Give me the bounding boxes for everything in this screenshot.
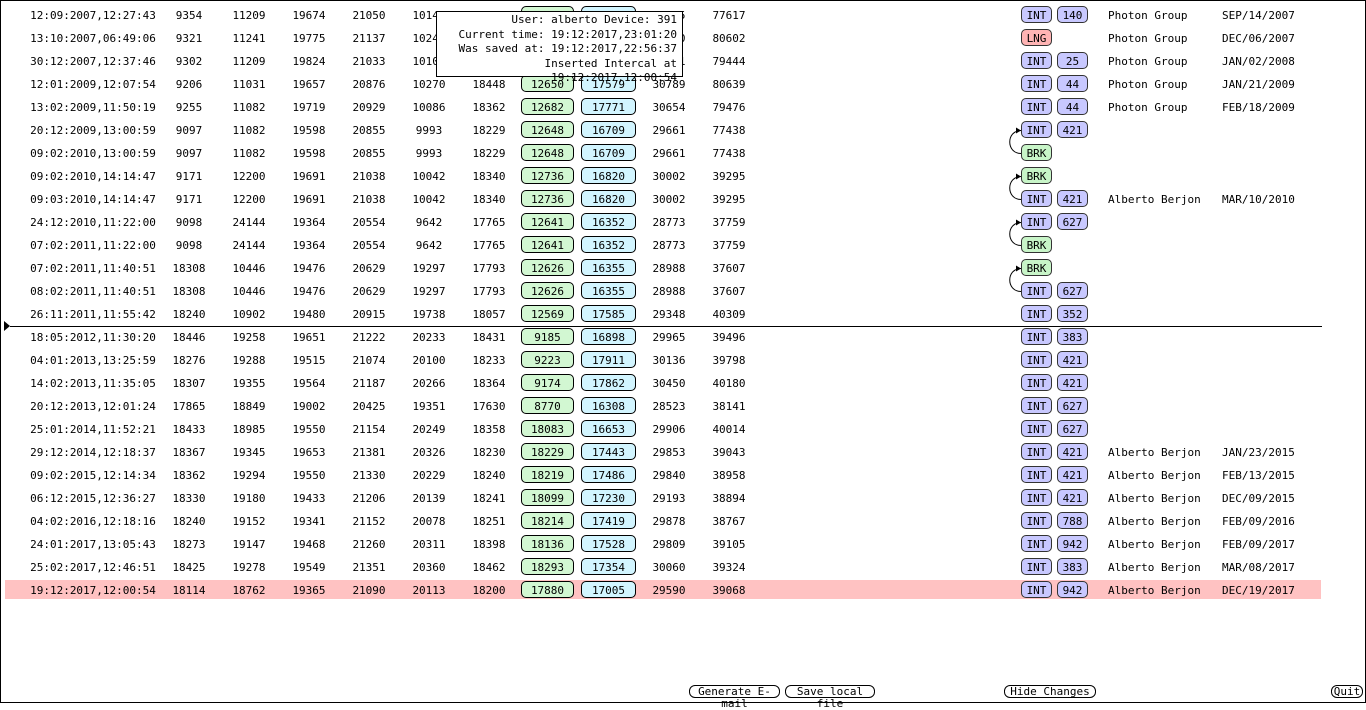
hide-changes-button[interactable]: Hide Changes [1004,685,1096,698]
tooltip-current-time: Current time: 19:12:2017,23:01:20 [458,27,677,41]
save-local-file-button[interactable]: Save local file [785,685,875,710]
link-arrowhead-icon [1016,265,1021,272]
tooltip-saved-at: Was saved at: 19:12:2017,22:56:37 [458,42,677,55]
generate-email-button[interactable]: Generate E-mail [689,685,780,710]
link-arrowhead-icon [1016,173,1021,180]
info-tooltip: User: alberto Device: 391 Current time: … [436,11,683,84]
quit-button[interactable]: Quit [1331,685,1363,698]
link-arc [1009,268,1022,292]
link-arc [1009,130,1022,154]
tooltip-user: User: alberto Device: 391 [511,13,677,26]
link-arrowhead-icon [1016,127,1021,134]
tooltip-inserted-intercal: Inserted Intercal at 19:12:2017,12:00:54 [544,56,677,85]
link-arc [1009,176,1022,200]
link-arc [1009,222,1022,246]
break-link-arrows [1009,127,1022,292]
link-arrowhead-icon [1016,219,1021,226]
